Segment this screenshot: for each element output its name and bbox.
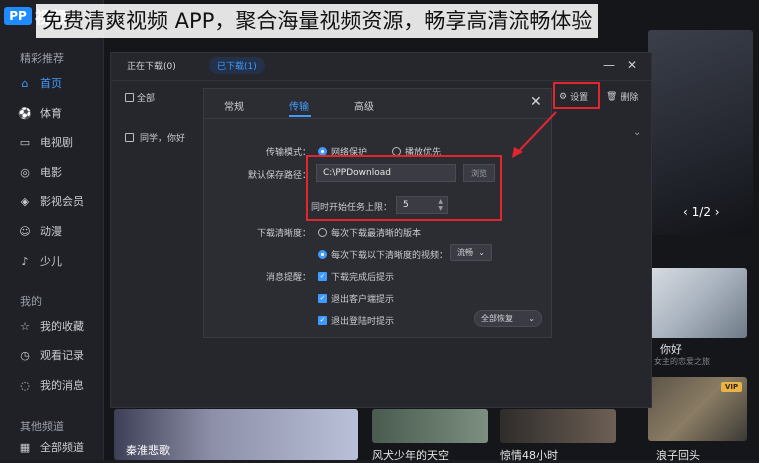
page-title-banner: 免费清爽视频 APP，聚合海量视频资源，畅享高清流畅体验 [36, 4, 599, 38]
annotation-arrow [512, 111, 557, 158]
